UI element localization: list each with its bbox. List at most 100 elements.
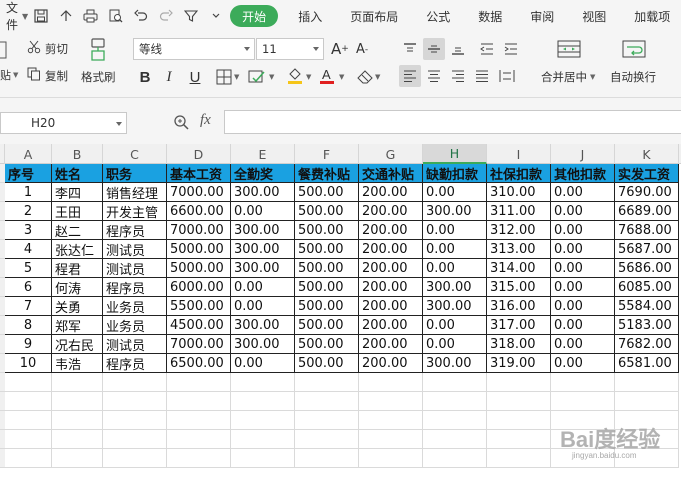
column-header-g[interactable]: G [359,144,423,164]
wrap-text-button[interactable]: 自动换行 [610,69,656,85]
format-painter-button[interactable]: 格式刷 [81,69,116,85]
table-cell[interactable]: 4 [5,240,52,259]
print-preview-icon[interactable] [103,4,128,28]
empty-cell[interactable] [615,373,679,392]
row-header[interactable] [0,354,5,373]
table-cell[interactable]: 500.00 [295,354,359,373]
chevron-down-icon[interactable]: ▼ [234,73,239,81]
table-cell[interactable]: 200.00 [359,354,423,373]
table-cell[interactable]: 0.00 [551,297,615,316]
empty-cell[interactable] [5,392,52,411]
empty-cell[interactable] [359,430,423,449]
empty-cell[interactable] [103,449,167,468]
table-cell[interactable]: 业务员 [103,316,167,335]
table-cell[interactable]: 500.00 [295,335,359,354]
empty-cell[interactable] [423,411,487,430]
tab-home[interactable]: 开始 [230,5,279,27]
header-cell[interactable]: 缺勤扣款 [423,164,487,183]
table-cell[interactable]: 郑军 [52,316,103,335]
empty-cell[interactable] [295,411,359,430]
align-top-icon[interactable] [399,38,421,60]
empty-cell[interactable] [167,449,231,468]
table-cell[interactable]: 0.00 [231,278,295,297]
empty-cell[interactable] [359,373,423,392]
table-cell[interactable]: 313.00 [487,240,551,259]
table-cell[interactable]: 况右民 [52,335,103,354]
empty-cell[interactable] [103,373,167,392]
filter-icon[interactable] [178,4,203,28]
more-chevron-icon[interactable] [203,4,228,28]
table-cell[interactable]: 200.00 [359,221,423,240]
empty-cell[interactable] [423,449,487,468]
table-cell[interactable]: 300.00 [423,278,487,297]
empty-cell[interactable] [423,430,487,449]
table-cell[interactable]: 程序员 [103,354,167,373]
table-cell[interactable]: 300.00 [231,183,295,202]
align-center-icon[interactable] [423,65,445,87]
header-cell[interactable]: 全勤奖 [231,164,295,183]
table-cell[interactable]: 7690.00 [615,183,679,202]
table-cell[interactable]: 4500.00 [167,316,231,335]
tab-formulas[interactable]: 公式 [412,0,464,32]
table-cell[interactable]: 0.00 [423,221,487,240]
table-cell[interactable]: 315.00 [487,278,551,297]
decrease-indent-icon[interactable] [476,38,498,60]
empty-cell[interactable] [487,392,551,411]
table-cell[interactable]: 200.00 [359,335,423,354]
table-cell[interactable]: 300.00 [423,297,487,316]
align-middle-icon[interactable] [423,38,445,60]
empty-cell[interactable] [487,449,551,468]
table-cell[interactable]: 0.00 [423,316,487,335]
export-pdf-icon[interactable] [53,4,78,28]
table-cell[interactable]: 0.00 [423,183,487,202]
table-cell[interactable]: 6500.00 [167,354,231,373]
cut-button[interactable]: 剪切 [27,40,68,57]
row-header[interactable] [0,373,5,392]
header-cell[interactable]: 餐费补贴 [295,164,359,183]
table-cell[interactable]: 314.00 [487,259,551,278]
row-header[interactable] [0,259,5,278]
row-header[interactable] [0,411,5,430]
table-cell[interactable]: 李四 [52,183,103,202]
table-cell[interactable]: 319.00 [487,354,551,373]
table-cell[interactable]: 8 [5,316,52,335]
empty-cell[interactable] [5,430,52,449]
row-header[interactable] [0,202,5,221]
table-cell[interactable]: 318.00 [487,335,551,354]
table-cell[interactable]: 7000.00 [167,183,231,202]
row-header[interactable] [0,335,5,354]
table-cell[interactable]: 200.00 [359,202,423,221]
column-header-d[interactable]: D [167,144,231,164]
table-cell[interactable]: 500.00 [295,183,359,202]
table-cell[interactable]: 0.00 [551,183,615,202]
empty-cell[interactable] [295,392,359,411]
empty-cell[interactable] [231,373,295,392]
empty-cell[interactable] [231,430,295,449]
table-cell[interactable]: 0.00 [423,240,487,259]
header-cell[interactable]: 基本工资 [167,164,231,183]
empty-cell[interactable] [231,392,295,411]
empty-cell[interactable] [167,430,231,449]
empty-cell[interactable] [295,430,359,449]
table-cell[interactable]: 300.00 [231,316,295,335]
table-cell[interactable]: 开发主管 [103,202,167,221]
insert-function-button[interactable]: fx [200,112,211,129]
empty-cell[interactable] [167,373,231,392]
table-cell[interactable]: 200.00 [359,259,423,278]
tab-insert[interactable]: 插入 [284,0,336,32]
empty-cell[interactable] [5,373,52,392]
table-cell[interactable]: 6600.00 [167,202,231,221]
empty-cell[interactable] [487,373,551,392]
header-cell[interactable]: 姓名 [52,164,103,183]
empty-cell[interactable] [167,392,231,411]
increase-indent-icon[interactable] [500,38,522,60]
paste-button[interactable]: 贴 ▼ [0,67,18,83]
align-left-icon[interactable] [399,65,421,87]
tab-page-layout[interactable]: 页面布局 [336,0,412,32]
column-header-f[interactable]: F [295,144,359,164]
border-icon[interactable] [213,66,235,88]
table-cell[interactable]: 300.00 [423,202,487,221]
empty-cell[interactable] [551,373,615,392]
copy-button[interactable]: 复制 [27,67,68,84]
empty-cell[interactable] [551,392,615,411]
